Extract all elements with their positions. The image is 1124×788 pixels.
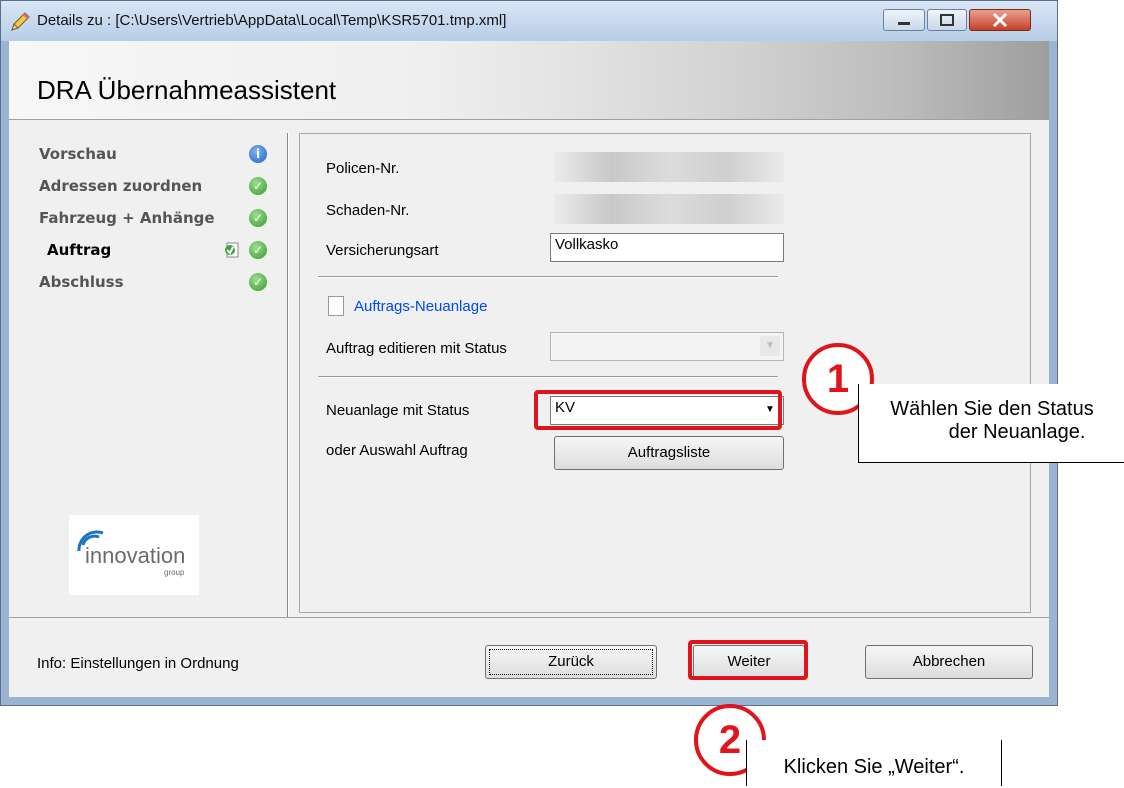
separator: [318, 376, 778, 377]
callout-box-1: Wählen Sie den Status der Neuanlage.: [858, 384, 1124, 463]
edit-status-label: Auftrag editieren mit Status: [326, 340, 507, 357]
window-title: Details zu : [C:\Users\Vertrieb\AppData\…: [37, 12, 507, 29]
form-panel: Policen-Nr. Schaden-Nr. Versicherungsart…: [299, 133, 1031, 613]
callout-box-2: Klicken Sie „Weiter“.: [746, 740, 1002, 786]
neuanlage-status-label: Neuanlage mit Status: [326, 402, 470, 419]
logo-text: innovation: [85, 543, 185, 568]
company-logo: innovation group: [69, 515, 199, 595]
vertical-divider: [287, 133, 288, 617]
dialog-client: DRA Übernahmeassistent Vorschau i Adress…: [9, 41, 1049, 697]
policen-label: Policen-Nr.: [326, 160, 400, 177]
policen-value-blurred: [554, 152, 784, 182]
maximize-button[interactable]: [927, 9, 967, 31]
separator: [318, 276, 778, 277]
title-bar[interactable]: Details zu : [C:\Users\Vertrieb\AppData\…: [1, 1, 1057, 41]
check-icon: ✓: [249, 177, 267, 195]
schaden-value-blurred: [554, 194, 784, 224]
back-button[interactable]: Zurück: [485, 645, 657, 679]
pencil-icon: [11, 12, 30, 31]
step-abschluss[interactable]: Abschluss ✓: [39, 273, 279, 299]
step-vorschau[interactable]: Vorschau i: [39, 145, 279, 171]
highlight-next-button: [688, 640, 808, 680]
step-auftrag[interactable]: Auftrag ✓: [39, 241, 279, 267]
info-icon: i: [249, 145, 267, 163]
step-label: Vorschau: [39, 145, 117, 163]
auftragsliste-button[interactable]: Auftragsliste: [554, 436, 784, 470]
footer-separator: [9, 617, 1049, 618]
check-icon: ✓: [249, 209, 267, 227]
dialog-window: Details zu : [C:\Users\Vertrieb\AppData\…: [0, 0, 1058, 706]
document-icon: [328, 296, 344, 316]
close-button[interactable]: [969, 9, 1031, 31]
versicherungsart-field[interactable]: Vollkasko: [550, 233, 784, 262]
wizard-header: DRA Übernahmeassistent: [9, 41, 1049, 120]
maximize-icon: [940, 14, 954, 26]
callout-text: der Neuanlage.: [948, 421, 1086, 443]
step-label: Adressen zuordnen: [39, 177, 203, 195]
highlight-status-dropdown: [534, 390, 782, 430]
edit-document-icon: [225, 242, 239, 258]
callout-text: Klicken Sie „Weiter“.: [783, 756, 965, 778]
step-adressen[interactable]: Adressen zuordnen ✓: [39, 177, 279, 203]
info-status-text: Info: Einstellungen in Ordnung: [37, 655, 239, 672]
step-label: Auftrag: [47, 241, 112, 259]
callout-text: Wählen Sie den Status: [890, 398, 1094, 420]
step-label: Abschluss: [39, 273, 124, 291]
step-fahrzeug[interactable]: Fahrzeug + Anhänge ✓: [39, 209, 279, 235]
chevron-down-icon: ▼: [760, 336, 780, 356]
check-icon: ✓: [249, 241, 267, 259]
auswahl-label: oder Auswahl Auftrag: [326, 442, 468, 459]
cancel-button[interactable]: Abbrechen: [865, 645, 1033, 679]
versicherungsart-label: Versicherungsart: [326, 242, 439, 259]
check-icon: ✓: [249, 273, 267, 291]
step-label: Fahrzeug + Anhänge: [39, 209, 215, 227]
close-icon: [992, 12, 1008, 28]
minimize-button[interactable]: [883, 9, 925, 31]
schaden-label: Schaden-Nr.: [326, 202, 410, 219]
wizard-title: DRA Übernahmeassistent: [37, 75, 337, 105]
logo-subtext: group: [164, 568, 185, 577]
minimize-icon: [898, 22, 910, 25]
auftrags-neuanlage-link[interactable]: Auftrags-Neuanlage: [354, 298, 487, 315]
edit-status-dropdown[interactable]: ▼: [550, 332, 784, 361]
